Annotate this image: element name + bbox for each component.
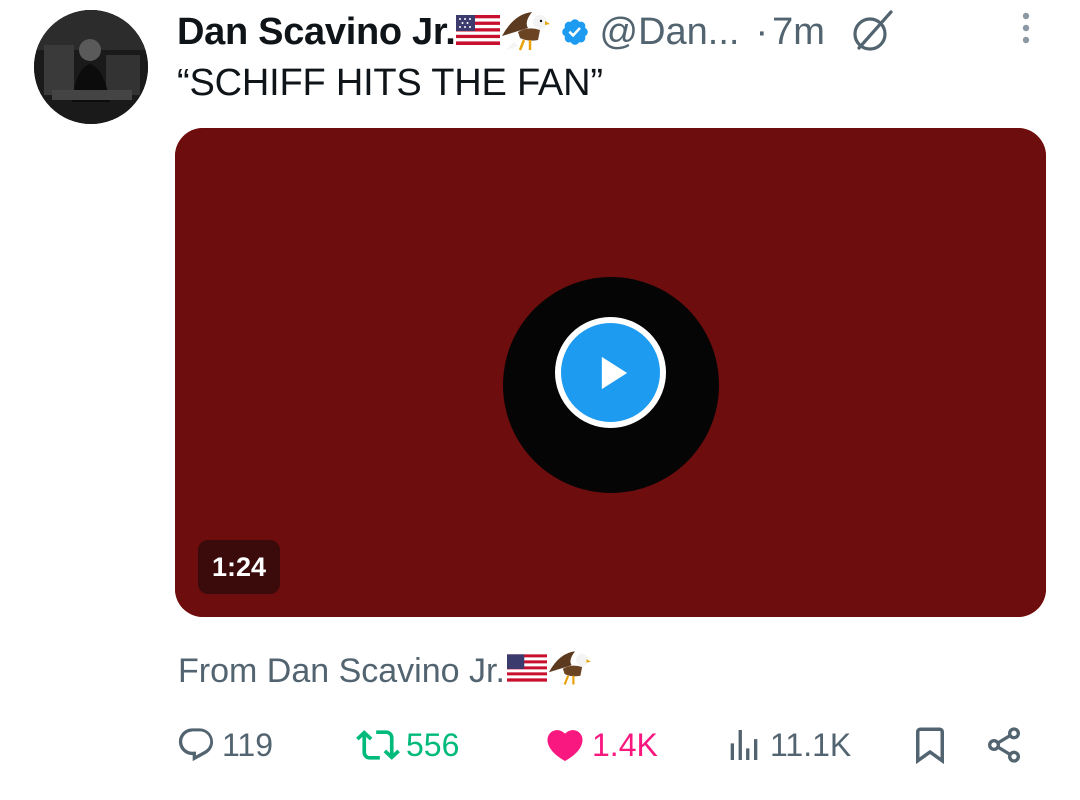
share-icon	[988, 727, 1020, 763]
eagle-icon	[547, 646, 591, 697]
views-button[interactable]: 11.1K	[724, 720, 851, 770]
tweet-text: “SCHIFF HITS THE FAN”	[177, 62, 603, 104]
us-flag-icon	[455, 14, 500, 50]
retweet-icon	[356, 730, 400, 760]
retweet-count: 556	[406, 726, 460, 763]
retweet-button[interactable]: 556	[356, 720, 459, 770]
reply-button[interactable]: 119	[176, 720, 273, 770]
video-source-attribution[interactable]: From Dan Scavino Jr.	[178, 646, 591, 697]
avatar[interactable]	[34, 10, 148, 124]
play-button[interactable]	[555, 317, 666, 428]
source-prefix: From	[178, 652, 258, 690]
author-display-name[interactable]: Dan Scavino Jr.	[177, 11, 456, 54]
us-flag-icon	[506, 652, 547, 691]
like-heart-icon	[547, 730, 583, 762]
bookmark-button[interactable]	[909, 720, 951, 770]
separator-dot: ·	[755, 10, 769, 53]
verified-badge-icon[interactable]	[560, 17, 590, 47]
tweet-action-bar: 119 556 1.4K 11.1K	[176, 720, 1056, 770]
views-icon	[730, 730, 758, 760]
play-icon	[601, 356, 627, 389]
video-duration-badge: 1:24	[198, 540, 281, 594]
like-button[interactable]: 1.4K	[544, 720, 658, 770]
tweet-header: Dan Scavino Jr. @Dan... · 7m	[177, 6, 1067, 58]
eagle-icon	[500, 6, 550, 59]
timestamp[interactable]: 7m	[772, 11, 825, 54]
bookmark-icon	[916, 727, 944, 765]
source-name: Dan Scavino Jr.	[266, 652, 505, 690]
reply-count: 119	[222, 726, 274, 763]
grok-icon[interactable]	[847, 8, 895, 56]
like-count: 1.4K	[592, 726, 658, 763]
reply-icon	[178, 728, 214, 762]
author-handle[interactable]: @Dan...	[600, 11, 740, 54]
view-count: 11.1K	[770, 726, 852, 763]
share-button[interactable]	[984, 720, 1024, 770]
more-vertical-icon[interactable]	[1014, 8, 1038, 48]
